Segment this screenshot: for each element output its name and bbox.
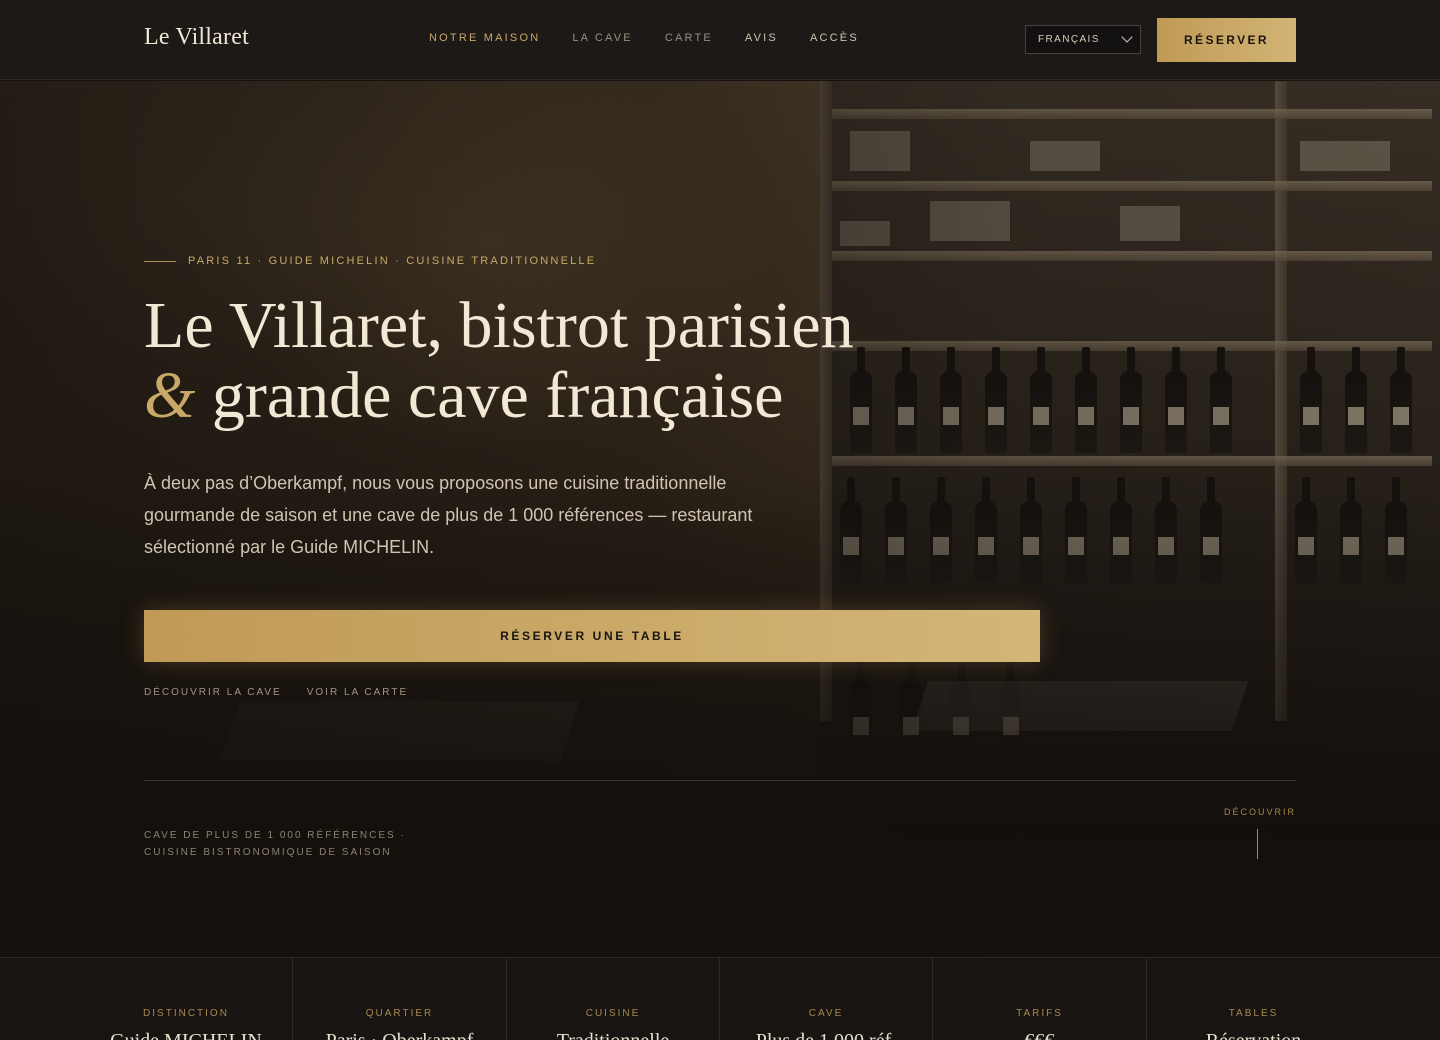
hero-title: Le Villaret, bistrot parisien & grande c… [144, 291, 904, 431]
reserve-table-button[interactable]: Réserver une table [144, 610, 1040, 662]
stat-label: Cave [808, 1008, 844, 1019]
discover-scroll-label[interactable]: Découvrir [1200, 807, 1296, 817]
discover-cave-link[interactable]: Découvrir la cave [144, 687, 282, 698]
site-header: Le Villaret Notre Maison La Cave Carte A… [0, 0, 1440, 80]
stat-value: €€€ [933, 1030, 1146, 1040]
stat-tarifs: Tarifs €€€ [932, 958, 1146, 1040]
hero-note: Cave de plus de 1 000 références · Cuisi… [144, 830, 406, 858]
stat-distinction: Distinction Guide MICHELIN [80, 958, 292, 1040]
stat-cuisine: Cuisine Traditionnelle [506, 958, 719, 1040]
stat-cave: Cave Plus de 1 000 réf. [719, 958, 932, 1040]
hero-lead: À deux pas d’Oberkampf, nous vous propos… [144, 473, 753, 557]
stat-tables: Tables Réservation [1146, 958, 1360, 1040]
stat-quartier: Quartier Paris · Oberkampf [292, 958, 506, 1040]
scroll-indicator-line [1257, 829, 1258, 859]
hero-eyebrow: Paris 11 · Guide MICHELIN · Cuisine trad… [144, 255, 596, 267]
stat-label: Tarifs [1016, 1008, 1063, 1019]
stats-bar: Distinction Guide MICHELIN Quartier Pari… [0, 957, 1440, 1040]
stat-label: Distinction [143, 1008, 229, 1019]
stat-value: Réservation [1147, 1030, 1360, 1040]
language-select[interactable]: Français [1025, 25, 1141, 54]
language-select-value: Français [1038, 34, 1100, 45]
hero-secondary-links: Découvrir la cave Voir la carte [144, 687, 408, 698]
reserve-table-button-label: Réserver une table [500, 629, 684, 643]
eyebrow-rule [144, 260, 176, 262]
stat-value: Plus de 1 000 réf. [720, 1030, 932, 1040]
nav-item-carte[interactable]: Carte [649, 32, 729, 44]
hero-title-line-1: Le Villaret, bistrot parisien [144, 289, 854, 362]
nav-item-notre-maison[interactable]: Notre Maison [413, 32, 556, 44]
hero-title-ampersand: & [144, 359, 196, 432]
reserve-button-label: Réserver [1183, 33, 1269, 47]
eyebrow-text: Paris 11 · Guide MICHELIN · Cuisine trad… [188, 255, 597, 267]
stat-value: Paris · Oberkampf [293, 1030, 506, 1040]
stat-label: Cuisine [585, 1008, 641, 1019]
nav-item-la-cave[interactable]: La Cave [556, 32, 648, 44]
hero-divider [144, 780, 1296, 781]
stat-label: Quartier [365, 1008, 434, 1019]
chevron-down-icon [1121, 31, 1133, 43]
reserve-button[interactable]: Réserver [1157, 18, 1296, 62]
stat-label: Tables [1228, 1008, 1279, 1019]
view-menu-link[interactable]: Voir la carte [307, 687, 408, 698]
nav-item-avis[interactable]: Avis [729, 32, 794, 44]
brand-logo[interactable]: Le Villaret [144, 24, 249, 51]
stat-value: Traditionnelle [507, 1030, 719, 1040]
hero-section: Paris 11 · Guide MICHELIN · Cuisine trad… [0, 81, 1440, 957]
main-nav: Notre Maison La Cave Carte Avis Accès [413, 32, 875, 44]
stat-value: Guide MICHELIN [80, 1030, 292, 1040]
nav-item-acces[interactable]: Accès [794, 32, 875, 44]
hero-title-line-2: grande cave française [195, 359, 784, 432]
